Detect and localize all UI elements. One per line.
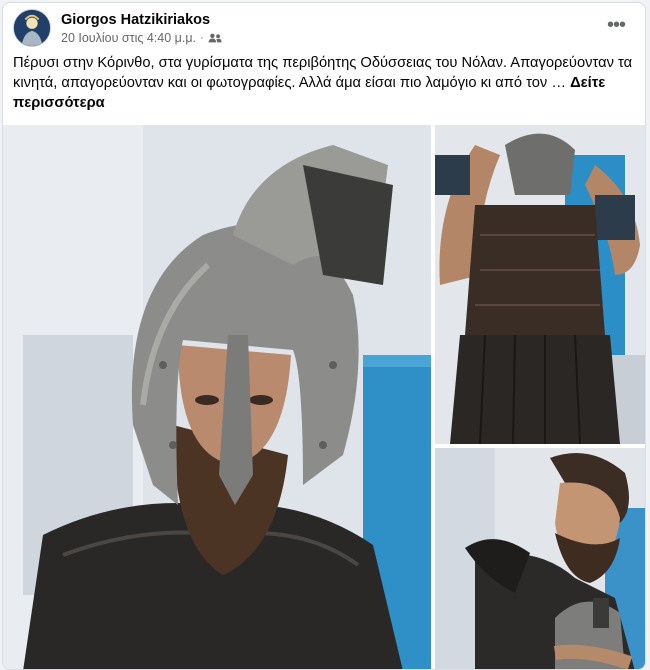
meta-separator: · xyxy=(200,32,204,44)
post-timestamp[interactable]: 20 Ιουλίου στις 4:40 μ.μ. xyxy=(61,31,196,45)
post-header: Giorgos Hatzikiriakos 20 Ιουλίου στις 4:… xyxy=(13,9,635,53)
friends-icon[interactable] xyxy=(208,32,222,44)
avatar-image xyxy=(14,10,50,46)
photo-grid xyxy=(3,125,645,669)
author-name[interactable]: Giorgos Hatzikiriakos xyxy=(61,12,210,28)
photo-costume-full[interactable] xyxy=(435,125,645,444)
more-options-button[interactable]: ••• xyxy=(601,15,631,45)
post-body: Πέρυσι στην Κόρινθο, στα γυρίσματα της π… xyxy=(13,55,633,91)
more-options-icon: ••• xyxy=(606,14,626,36)
post-meta: 20 Ιουλίου στις 4:40 μ.μ. · xyxy=(61,31,222,45)
post-card: Giorgos Hatzikiriakos 20 Ιουλίου στις 4:… xyxy=(2,2,646,670)
post-text: Πέρυσι στην Κόρινθο, στα γυρίσματα της π… xyxy=(13,53,639,113)
author-avatar[interactable] xyxy=(13,9,51,47)
photo-smiling-armor[interactable] xyxy=(435,448,645,669)
photo-helmet-closeup[interactable] xyxy=(3,125,431,669)
